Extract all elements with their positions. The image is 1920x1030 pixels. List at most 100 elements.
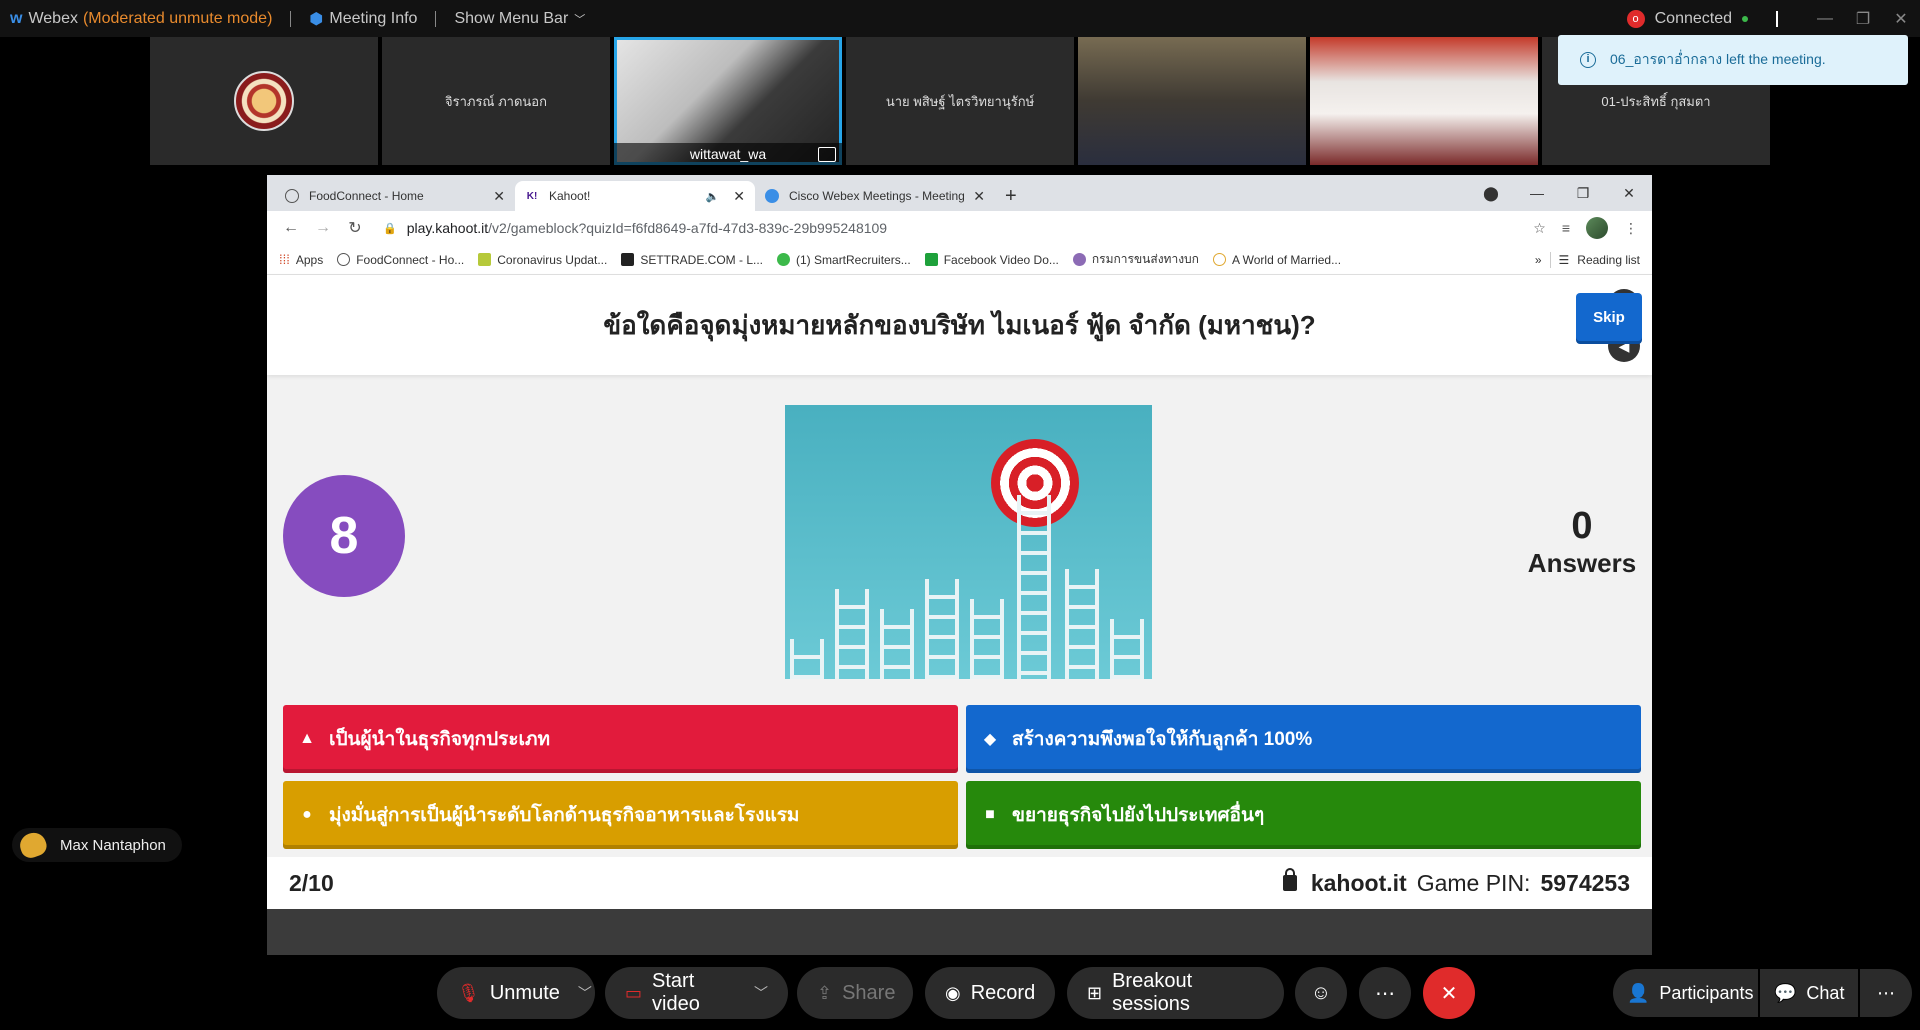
skip-button[interactable]: Skip	[1576, 293, 1642, 341]
avatar[interactable]	[1586, 217, 1608, 239]
more-icon: ⋯	[1375, 982, 1395, 1005]
start-video-label: Start video	[652, 970, 700, 1015]
speaker-icon[interactable]: 🔈	[706, 190, 720, 203]
participant-tile[interactable]: จิราภรณ์ ภาดนอก	[382, 37, 610, 165]
minimize-icon[interactable]: —	[1806, 10, 1844, 28]
reaction-chip: Max Nantaphon	[12, 828, 182, 862]
start-video-button[interactable]: ▭ Start video ﹀	[605, 967, 788, 1019]
dlt-favicon-icon	[1072, 253, 1086, 266]
bookmark-item[interactable]: A World of Married...	[1212, 252, 1342, 267]
restore-icon[interactable]: ❐	[1560, 185, 1606, 202]
forward-icon[interactable]: →	[307, 219, 339, 237]
close-tab-icon[interactable]: ✕	[733, 188, 745, 205]
webex-logo-icon: ᴡ	[10, 9, 23, 27]
reactions-button[interactable]: ☺	[1295, 967, 1347, 1019]
chevron-down-icon[interactable]: ﹀	[578, 983, 592, 1003]
bookmark-label: A World of Married...	[1231, 252, 1342, 267]
address-bar: ← → ↻ 🔒 play.kahoot.it/v2/gameblock?quiz…	[267, 211, 1652, 245]
notification-text: 06_อารดาอ่ำกลาง left the meeting.	[1610, 51, 1826, 67]
participant-strip: จิราภรณ์ ภาดนอก wittawat_wa นาย พสิษฐ์ ไ…	[150, 37, 1770, 165]
share-button[interactable]: ⇪ Share	[797, 967, 913, 1019]
game-pin-info: kahoot.it Game PIN: 5974253	[1282, 868, 1630, 897]
share-icon: ⇪	[817, 982, 833, 1003]
married-favicon-icon	[1212, 253, 1226, 266]
kahoot-footer: 2/10 kahoot.it Game PIN: 5974253	[267, 857, 1652, 909]
unmute-button[interactable]: 🎙 Unmute ﹀	[437, 967, 595, 1019]
diamond-icon: ◆	[983, 731, 997, 748]
show-menu-bar-button[interactable]: Show Menu Bar ﹀	[454, 10, 585, 28]
star-icon[interactable]: ☆	[1533, 220, 1546, 237]
participant-tile-active-speaker[interactable]: wittawat_wa	[614, 37, 842, 165]
bookmark-item[interactable]: Facebook Video Do...	[924, 253, 1059, 267]
lock-icon	[1282, 868, 1297, 891]
participant-tile[interactable]	[150, 37, 378, 165]
answer-option-red[interactable]: ▲ เป็นผู้นำในธุรกิจทุกประเภท	[283, 705, 958, 773]
answer-text: ขยายธุรกิจไปยังไปประเทศอื่นๆ	[1012, 805, 1265, 826]
media-controls-icon[interactable]: ≡	[1562, 220, 1570, 236]
question-header: ข้อใดคือจุดมุ่งหมายหลักของบริษัท ไมเนอร์…	[267, 275, 1652, 375]
browser-tab[interactable]: Cisco Webex Meetings - Meeting ✕	[755, 181, 995, 211]
answer-option-blue[interactable]: ◆ สร้างความพึงพอใจให้กับลูกค้า 100%	[966, 705, 1641, 773]
shared-browser-window: FoodConnect - Home ✕ K! Kahoot! 🔈 ✕ Cisc…	[267, 175, 1652, 955]
more-menu-icon[interactable]: ⋮	[1624, 220, 1638, 237]
close-tab-icon[interactable]: ✕	[973, 188, 985, 205]
more-panels-button[interactable]: ⋯	[1860, 969, 1912, 1017]
meeting-info-button[interactable]: ⬢ Meeting Info	[309, 9, 417, 29]
new-tab-icon[interactable]: +	[995, 181, 1027, 211]
answer-option-yellow[interactable]: ● มุ่งมั่นสู่การเป็นผู้นำระดับโลกด้านธุร…	[283, 781, 958, 849]
bookmark-apps[interactable]: ⁞⁞⁞ Apps	[279, 252, 323, 267]
globe-icon	[285, 189, 299, 203]
url-field[interactable]: 🔒 play.kahoot.it/v2/gameblock?quizId=f6f…	[371, 214, 1533, 242]
webex-top-bar: ᴡ Webex (Moderated unmute mode) ⬢ Meetin…	[0, 0, 1920, 37]
profile-menu-icon[interactable]: ⬤	[1468, 185, 1514, 202]
answer-option-green[interactable]: ■ ขยายธุรกิจไปยังไปประเทศอื่นๆ	[966, 781, 1641, 849]
back-icon[interactable]: ←	[275, 219, 307, 237]
app-name: Webex	[28, 9, 78, 27]
bookmark-item[interactable]: Coronavirus Updat...	[478, 253, 607, 267]
browser-window-controls: ⬤ — ❐ ✕	[1468, 175, 1652, 211]
question-image	[785, 405, 1152, 679]
bookmark-label: SETTRADE.COM - L...	[640, 252, 764, 267]
restore-icon[interactable]: ❐	[1844, 9, 1882, 29]
bookmark-label: Coronavirus Updat...	[497, 252, 608, 267]
browser-tab-active[interactable]: K! Kahoot! 🔈 ✕	[515, 181, 755, 211]
url-path: /v2/gameblock?quizId=f6fd8649-a7fd-47d3-…	[488, 220, 888, 236]
breakout-sessions-button[interactable]: ⊞ Breakout sessions	[1067, 967, 1284, 1019]
close-window-icon[interactable]: ✕	[1882, 9, 1920, 29]
bookmark-item[interactable]: FoodConnect - Ho...	[337, 253, 464, 267]
more-options-button[interactable]: ⋯	[1359, 967, 1411, 1019]
recording-indicator-icon: o	[1626, 9, 1645, 28]
participant-tile[interactable]	[1078, 37, 1306, 165]
breakout-label: Breakout sessions	[1112, 970, 1193, 1015]
answer-text: เป็นผู้นำในธุรกิจทุกประเภท	[329, 729, 551, 750]
chevron-down-icon[interactable]: ﹀	[754, 983, 768, 1003]
leave-meeting-button[interactable]: ✕	[1423, 967, 1475, 1019]
answers-counter: 0 Answers	[1522, 505, 1642, 579]
reload-icon[interactable]: ↻	[339, 218, 371, 238]
ladder-shape	[1110, 619, 1144, 679]
participants-button[interactable]: 👤 Participants	[1613, 969, 1758, 1017]
bookmark-item[interactable]: (1) SmartRecruiters...	[777, 253, 911, 267]
bookmark-item[interactable]: SETTRADE.COM - L...	[621, 253, 763, 267]
globe-icon	[337, 253, 351, 266]
browser-tab[interactable]: FoodConnect - Home ✕	[275, 181, 515, 211]
meeting-controls: 🎙 Unmute ﹀ ▭ Start video ﹀ ⇪ Share ◉ Rec…	[0, 955, 1920, 1030]
divider	[435, 10, 437, 27]
unmute-label: Unmute	[489, 981, 560, 1004]
bookmark-label: FoodConnect - Ho...	[356, 252, 465, 267]
bookmark-item[interactable]: กรมการขนส่งทางบก	[1072, 250, 1199, 269]
shield-icon: ⬢	[309, 10, 324, 28]
chat-button[interactable]: 💬 Chat	[1760, 969, 1858, 1017]
participant-name: 01-ประสิทธิ์ กุสมตา	[1601, 93, 1711, 109]
participant-tile[interactable]: นาย พสิษฐ์ ไตรวิทยานุรักษ์	[846, 37, 1074, 165]
url-host: play.kahoot.it	[406, 220, 489, 236]
close-window-icon[interactable]: ✕	[1606, 185, 1652, 202]
game-pin-label: Game PIN:	[1416, 869, 1531, 896]
minimize-icon[interactable]: —	[1514, 185, 1560, 201]
reading-list-button[interactable]: » ☰ Reading list	[1535, 251, 1640, 268]
participant-tile[interactable]	[1310, 37, 1538, 165]
record-button[interactable]: ◉ Record	[925, 967, 1055, 1019]
coronavirus-favicon-icon	[478, 253, 492, 266]
close-tab-icon[interactable]: ✕	[493, 188, 505, 205]
question-progress: 2/10	[289, 869, 334, 896]
